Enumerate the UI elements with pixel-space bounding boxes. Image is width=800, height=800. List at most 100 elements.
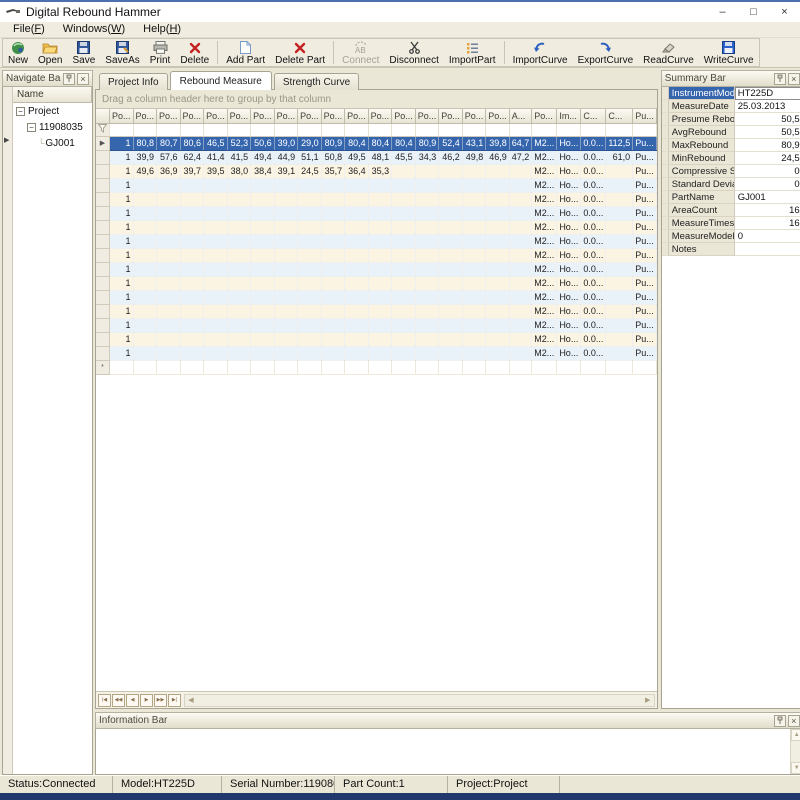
grid-cell[interactable] — [415, 234, 439, 248]
grid-cell[interactable] — [157, 192, 181, 206]
grid-cell[interactable] — [345, 262, 369, 276]
grid-cell[interactable]: M2... — [532, 206, 557, 220]
grid-cell[interactable]: Pu... — [633, 332, 657, 346]
table-row[interactable]: 1M2...Ho...0.0...Pu... — [96, 192, 656, 206]
grid-cell[interactable]: Pu... — [633, 164, 657, 178]
summary-label[interactable]: InstrumentModel — [669, 87, 735, 100]
grid-cell[interactable] — [368, 262, 392, 276]
grid-cell[interactable]: 0.0... — [581, 332, 606, 346]
grid-cell[interactable]: 0.0... — [581, 304, 606, 318]
grid-cell[interactable]: 80,8 — [133, 136, 157, 150]
grid-cell[interactable] — [274, 318, 298, 332]
grid-cell[interactable] — [204, 318, 228, 332]
filter-cell[interactable] — [392, 123, 416, 136]
save-button[interactable]: Save — [67, 39, 100, 66]
summary-row[interactable]: PartNameGJ001 — [662, 191, 800, 204]
table-row[interactable]: ▶180,880,780,646,552,350,639,029,080,980… — [96, 136, 656, 150]
grid-cell[interactable] — [606, 346, 633, 360]
grid-cell[interactable] — [462, 164, 486, 178]
column-header-5[interactable]: Po... — [227, 109, 251, 123]
table-row[interactable]: 1M2...Ho...0.0...Pu... — [96, 178, 656, 192]
grid-cell[interactable] — [274, 346, 298, 360]
pager-first-button[interactable]: |◀ — [98, 694, 111, 707]
table-row[interactable]: 1M2...Ho...0.0...Pu... — [96, 332, 656, 346]
grid-cell[interactable] — [606, 290, 633, 304]
grid-cell[interactable]: Pu... — [633, 276, 657, 290]
grid-cell[interactable]: 80,9 — [415, 136, 439, 150]
grid-cell[interactable]: 39,9 — [133, 150, 157, 164]
filter-cell[interactable] — [227, 123, 251, 136]
grid-cell[interactable] — [415, 304, 439, 318]
grid-cell[interactable]: 80,4 — [368, 136, 392, 150]
grid-cell[interactable] — [509, 304, 532, 318]
column-header-16[interactable]: Po... — [486, 109, 510, 123]
grid-cell[interactable] — [633, 360, 657, 374]
grid-cell[interactable] — [227, 360, 251, 374]
column-header-21[interactable]: C... — [606, 109, 633, 123]
grid-cell[interactable]: 24,5 — [298, 164, 322, 178]
grid-cell[interactable] — [606, 234, 633, 248]
grid-cell[interactable] — [415, 290, 439, 304]
grid-new-row[interactable]: * — [96, 360, 656, 374]
grid-cell[interactable] — [204, 178, 228, 192]
grid-cell[interactable]: M2... — [532, 290, 557, 304]
grid-cell[interactable] — [368, 192, 392, 206]
grid-cell[interactable]: M2... — [532, 262, 557, 276]
grid-cell[interactable] — [274, 220, 298, 234]
grid-cell[interactable] — [321, 346, 345, 360]
filter-cell[interactable] — [345, 123, 369, 136]
grid-cell[interactable] — [368, 304, 392, 318]
tab-rebound-measure[interactable]: Rebound Measure — [170, 71, 272, 90]
grid-cell[interactable] — [133, 248, 157, 262]
grid-cell[interactable]: Pu... — [633, 136, 657, 150]
pager-prev-page-button[interactable]: ◀◀ — [112, 694, 125, 707]
grid-cell[interactable] — [157, 360, 181, 374]
grid-cell[interactable] — [368, 346, 392, 360]
grid-cell[interactable] — [345, 360, 369, 374]
grid-cell[interactable] — [298, 346, 322, 360]
grid-cell[interactable] — [345, 248, 369, 262]
grid-cell[interactable] — [274, 234, 298, 248]
grid-cell[interactable]: 80,4 — [345, 136, 369, 150]
column-header-17[interactable]: A... — [509, 109, 532, 123]
grid-cell[interactable]: Pu... — [633, 262, 657, 276]
pin-icon[interactable] — [774, 715, 786, 727]
summary-value[interactable]: 16 — [735, 217, 800, 230]
grid-cell[interactable] — [392, 178, 416, 192]
grid-cell[interactable]: 49,6 — [133, 164, 157, 178]
grid-cell[interactable] — [204, 346, 228, 360]
grid-cell[interactable] — [298, 318, 322, 332]
grid-cell[interactable]: M2... — [532, 164, 557, 178]
grid-cell[interactable] — [251, 234, 275, 248]
grid-cell[interactable] — [368, 332, 392, 346]
grid-cell[interactable]: 64,7 — [509, 136, 532, 150]
grid-cell[interactable] — [133, 332, 157, 346]
grid-cell[interactable] — [368, 248, 392, 262]
close-icon[interactable]: × — [77, 73, 89, 85]
grid-cell[interactable] — [133, 304, 157, 318]
grid-cell[interactable] — [415, 276, 439, 290]
grid-cell[interactable] — [298, 192, 322, 206]
grid-cell[interactable] — [321, 304, 345, 318]
grid-cell[interactable] — [180, 248, 204, 262]
column-header-22[interactable]: Pu... — [633, 109, 657, 123]
grid-cell[interactable] — [321, 332, 345, 346]
filter-cell[interactable] — [509, 123, 532, 136]
grid-cell[interactable] — [606, 178, 633, 192]
grid-cell[interactable]: 44,9 — [274, 150, 298, 164]
column-header-4[interactable]: Po... — [204, 109, 228, 123]
grid-cell[interactable] — [462, 178, 486, 192]
grid-cell[interactable] — [227, 346, 251, 360]
grid-cell[interactable]: 45,5 — [392, 150, 416, 164]
grid-cell[interactable]: 38,0 — [227, 164, 251, 178]
filter-cell[interactable] — [133, 123, 157, 136]
menu-windows[interactable]: Windows(W) — [54, 22, 134, 37]
grid-cell[interactable]: 1 — [110, 164, 134, 178]
grid-cell[interactable] — [227, 318, 251, 332]
grid-cell[interactable] — [439, 248, 463, 262]
grid-cell[interactable]: Ho... — [557, 318, 581, 332]
grid-cell[interactable] — [251, 318, 275, 332]
column-header-12[interactable]: Po... — [392, 109, 416, 123]
grid-cell[interactable]: 46,9 — [486, 150, 510, 164]
grid-cell[interactable] — [321, 290, 345, 304]
